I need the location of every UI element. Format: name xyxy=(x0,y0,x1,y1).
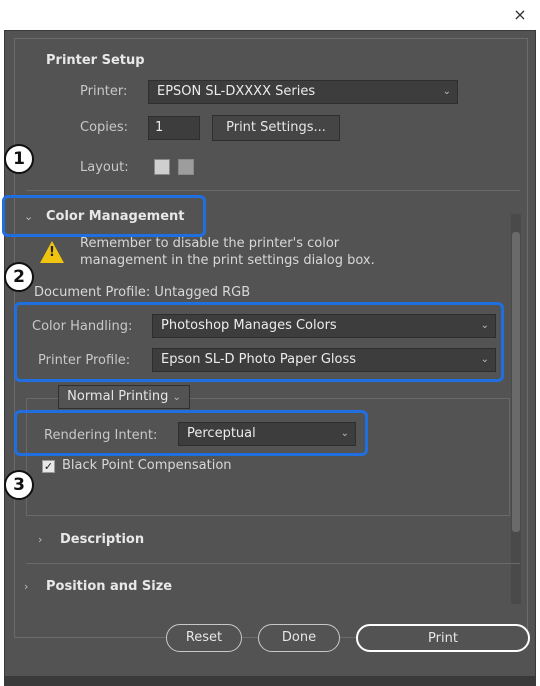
reset-button[interactable]: Reset xyxy=(166,624,242,652)
portrait-layout-icon[interactable] xyxy=(154,159,170,175)
printer-setup-title: Printer Setup xyxy=(46,53,145,68)
position-size-section[interactable]: Position and Size xyxy=(46,579,172,594)
chevron-right-icon[interactable]: › xyxy=(24,580,28,593)
callout-box-rendering-intent xyxy=(14,410,368,456)
normal-printing-select[interactable]: Normal Printing ⌄ xyxy=(58,385,190,409)
normal-printing-label: Normal Printing xyxy=(67,389,169,404)
callout-box-color-handling xyxy=(14,302,504,382)
callout-number-2: 2 xyxy=(4,262,34,292)
print-button[interactable]: Print xyxy=(356,624,530,652)
copies-label: Copies: xyxy=(80,120,129,135)
printer-select-value: EPSON SL-DXXXX Series xyxy=(157,84,316,99)
print-settings-button[interactable]: Print Settings... xyxy=(212,115,340,141)
callout-box-color-management xyxy=(2,195,206,237)
callout-number-3: 3 xyxy=(4,470,34,500)
black-point-label: Black Point Compensation xyxy=(62,458,232,473)
scrollbar-thumb[interactable] xyxy=(512,232,520,532)
section-divider xyxy=(26,563,520,564)
chevron-down-icon: ⌄ xyxy=(172,392,181,403)
copies-input[interactable]: 1 xyxy=(148,116,200,140)
bottom-strip xyxy=(4,676,536,686)
done-button[interactable]: Done xyxy=(258,624,340,652)
section-divider xyxy=(26,190,520,191)
callout-number-1: 1 xyxy=(4,144,34,174)
warning-text-line2: management in the print settings dialog … xyxy=(80,253,375,268)
landscape-layout-icon[interactable] xyxy=(178,159,194,175)
scrollbar[interactable] xyxy=(511,214,521,604)
printer-select[interactable]: EPSON SL-DXXXX Series ⌄ xyxy=(148,80,458,104)
printer-label: Printer: xyxy=(80,84,128,99)
chevron-right-icon[interactable]: › xyxy=(38,533,42,546)
description-section[interactable]: Description xyxy=(60,532,144,547)
layout-label: Layout: xyxy=(80,160,129,175)
close-icon[interactable]: × xyxy=(510,4,530,26)
window-titlebar: × xyxy=(0,0,540,30)
document-profile-text: Document Profile: Untagged RGB xyxy=(34,285,251,300)
chevron-down-icon: ⌄ xyxy=(442,86,451,97)
black-point-checkbox[interactable]: ✓ xyxy=(42,460,55,473)
warning-text-line1: Remember to disable the printer's color xyxy=(80,236,340,251)
warning-icon xyxy=(40,241,64,263)
